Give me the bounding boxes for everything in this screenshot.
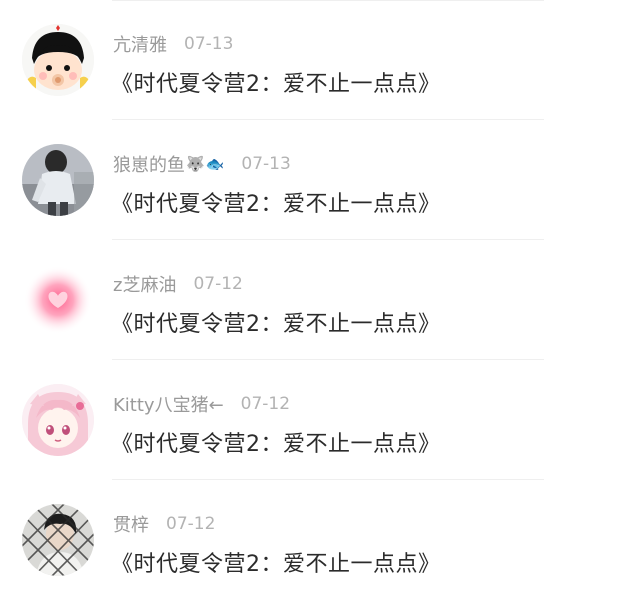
comment-item: 贯梓 07-12 《时代夏令营2：爱不止一点点》 [0, 480, 640, 600]
comment-meta: z芝麻油 07-12 [113, 272, 243, 296]
comment-timestamp: 07-13 [241, 154, 291, 174]
comment-item: z芝麻油 07-12 《时代夏令营2：爱不止一点点》 [0, 240, 640, 360]
comment-username[interactable]: 贯梓 [113, 511, 149, 537]
comment-timestamp: 07-13 [184, 34, 234, 54]
person-behind-net-avatar [22, 504, 94, 576]
comment-item: 狼崽的鱼 🐺 🐟 07-13 《时代夏令营2：爱不止一点点》 [0, 120, 640, 240]
comment-timestamp: 07-12 [240, 394, 291, 414]
comment-meta: Kitty八宝猪← 07-12 [113, 392, 290, 416]
person-photo-avatar [22, 144, 94, 216]
comment-text: 《时代夏令营2：爱不止一点点》 [111, 552, 441, 577]
comment-meta: 贯梓 07-12 [113, 512, 215, 536]
pink-heart-glow-avatar [22, 264, 94, 336]
comment-item: 亢清雅 07-13 《时代夏令营2：爱不止一点点》 [0, 0, 640, 120]
avatar[interactable] [22, 24, 94, 96]
comment-timestamp: 07-12 [166, 514, 216, 534]
avatar[interactable] [22, 144, 94, 216]
avatar[interactable] [22, 504, 94, 576]
comment-text: 《时代夏令营2：爱不止一点点》 [111, 192, 441, 217]
comment-username[interactable]: z芝麻油 [113, 271, 176, 297]
comment-timestamp: 07-12 [193, 274, 243, 294]
comment-username[interactable]: Kitty八宝猪← [113, 391, 224, 417]
comment-username[interactable]: 亢清雅 [113, 31, 167, 57]
comment-text: 《时代夏令营2：爱不止一点点》 [111, 312, 441, 337]
comment-item: Kitty八宝猪← 07-12 《时代夏令营2：爱不止一点点》 [0, 360, 640, 480]
anime-girl-avatar [22, 384, 94, 456]
comment-meta: 亢清雅 07-13 [113, 32, 233, 56]
fish-icon: 🐟 [205, 155, 225, 173]
comment-meta: 狼崽的鱼 🐺 🐟 07-13 [113, 152, 291, 176]
comment-text: 《时代夏令营2：爱不止一点点》 [111, 432, 441, 457]
avatar[interactable] [22, 264, 94, 336]
wolf-icon: 🐺 [186, 155, 205, 173]
comment-username[interactable]: 狼崽的鱼 [113, 151, 185, 177]
cartoon-child-avatar [22, 24, 94, 96]
comment-text: 《时代夏令营2：爱不止一点点》 [111, 72, 441, 97]
avatar[interactable] [22, 384, 94, 456]
